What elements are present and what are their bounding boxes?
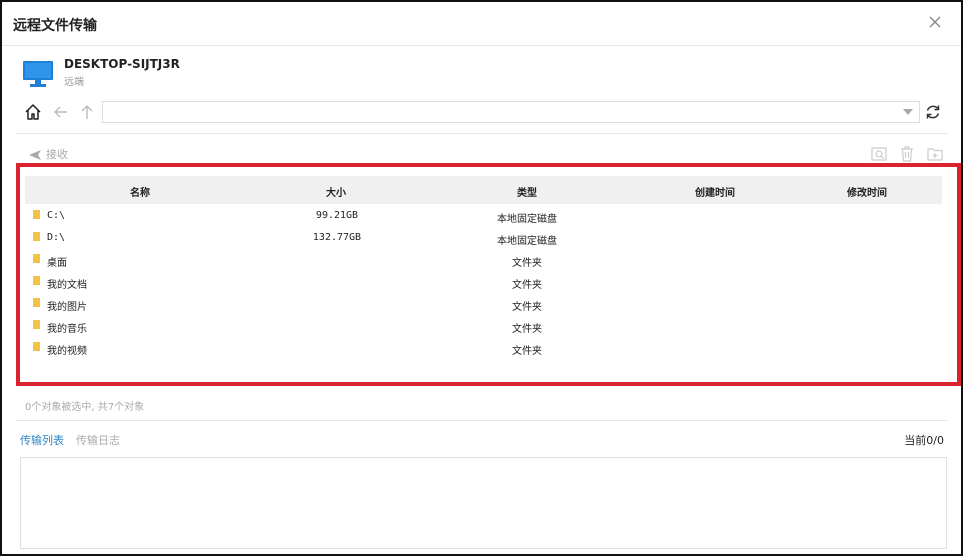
folder-icon [33, 298, 40, 307]
file-name: C:\ [47, 210, 66, 221]
file-size: 132.77GB [312, 232, 362, 243]
file-table: 名称 大小 类型 创建时间 修改时间 C:\ 99.21GB 本地固定磁盘 D:… [25, 176, 942, 358]
folder-icon [33, 232, 40, 241]
column-header-type[interactable]: 类型 [492, 184, 562, 199]
close-icon[interactable] [927, 14, 943, 30]
divider [16, 420, 948, 421]
selection-status: 0个对象被选中, 共7个对象 [25, 402, 145, 413]
window-title: 远程文件传输 [13, 18, 97, 34]
home-icon[interactable] [24, 103, 42, 121]
table-row[interactable]: 我的音乐 文件夹 [25, 314, 942, 336]
file-name: 我的音乐 [47, 324, 87, 335]
remote-device-info: DESKTOP-SIJTJ3R 远端 [22, 55, 422, 91]
delete-icon[interactable] [898, 145, 916, 163]
device-role: 远端 [64, 77, 84, 88]
folder-icon [33, 342, 40, 351]
table-row[interactable]: 我的视频 文件夹 [25, 336, 942, 358]
column-header-name[interactable]: 名称 [105, 184, 175, 199]
search-folder-icon[interactable] [870, 145, 888, 163]
back-arrow-icon[interactable] [52, 103, 70, 121]
tab-transfer-list[interactable]: 传输列表 [20, 432, 64, 448]
folder-icon [33, 254, 40, 263]
table-row[interactable]: 我的图片 文件夹 [25, 292, 942, 314]
chevron-down-icon[interactable] [903, 109, 913, 115]
folder-icon [33, 276, 40, 285]
file-type: 本地固定磁盘 [497, 236, 557, 247]
file-toolbar: 接收 [16, 144, 948, 164]
table-header: 名称 大小 类型 创建时间 修改时间 [25, 176, 942, 204]
navigation-bar [16, 99, 948, 127]
new-folder-icon[interactable] [926, 145, 944, 163]
file-type: 文件夹 [512, 302, 542, 313]
path-input[interactable] [103, 103, 883, 123]
file-type: 文件夹 [512, 258, 542, 269]
file-type: 文件夹 [512, 346, 542, 357]
up-arrow-icon[interactable] [78, 103, 96, 121]
receive-label: 接收 [46, 148, 68, 161]
file-name: 桌面 [47, 258, 67, 269]
column-header-created[interactable]: 创建时间 [675, 184, 755, 199]
transfer-counter: 当前0/0 [904, 434, 944, 447]
divider [16, 133, 948, 134]
column-header-size[interactable]: 大小 [301, 184, 371, 199]
folder-icon [33, 210, 40, 219]
file-name: D:\ [47, 232, 66, 243]
file-size: 99.21GB [315, 210, 359, 221]
file-name: 我的图片 [47, 302, 87, 313]
file-type: 本地固定磁盘 [497, 214, 557, 225]
table-row[interactable]: 我的文档 文件夹 [25, 270, 942, 292]
path-dropdown[interactable] [102, 101, 920, 123]
device-name: DESKTOP-SIJTJ3R [64, 57, 180, 71]
file-name: 我的视频 [47, 346, 87, 357]
transfer-window: 远程文件传输 DESKTOP-SIJTJ3R 远端 接收 名称 大小 类型 创建… [0, 0, 963, 556]
file-type: 文件夹 [512, 280, 542, 291]
monitor-icon [22, 59, 54, 89]
receive-button[interactable]: 接收 [28, 146, 68, 162]
file-name: 我的文档 [47, 280, 87, 291]
file-type: 文件夹 [512, 324, 542, 335]
send-arrow-icon [28, 149, 42, 161]
column-header-modified[interactable]: 修改时间 [827, 184, 907, 199]
folder-icon [33, 320, 40, 329]
transfer-list-panel[interactable] [20, 457, 947, 549]
tab-transfer-log[interactable]: 传输日志 [76, 432, 120, 448]
title-bar: 远程文件传输 [2, 2, 961, 46]
table-row[interactable]: D:\ 132.77GB 本地固定磁盘 [25, 226, 942, 248]
refresh-icon[interactable] [924, 103, 942, 121]
table-row[interactable]: C:\ 99.21GB 本地固定磁盘 [25, 204, 942, 226]
table-row[interactable]: 桌面 文件夹 [25, 248, 942, 270]
